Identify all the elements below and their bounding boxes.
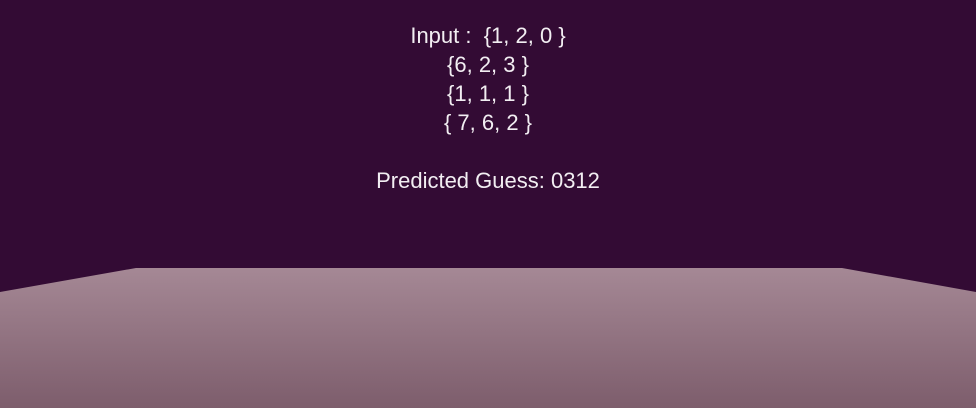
input-line-4: { 7, 6, 2 }	[443, 110, 533, 135]
game-viewport: Input : {1, 2, 0 } {6, 2, 3 } {1, 1, 1 }…	[0, 0, 976, 408]
input-line-1: Input : {1, 2, 0 }	[410, 23, 566, 48]
input-line-2: {6, 2, 3 }	[447, 52, 529, 77]
input-matrix: Input : {1, 2, 0 } {6, 2, 3 } {1, 1, 1 }…	[0, 21, 976, 137]
floor-surface	[0, 268, 976, 408]
input-line-3: {1, 1, 1 }	[447, 81, 529, 106]
predicted-guess-label: Predicted Guess: 0312	[376, 168, 600, 193]
